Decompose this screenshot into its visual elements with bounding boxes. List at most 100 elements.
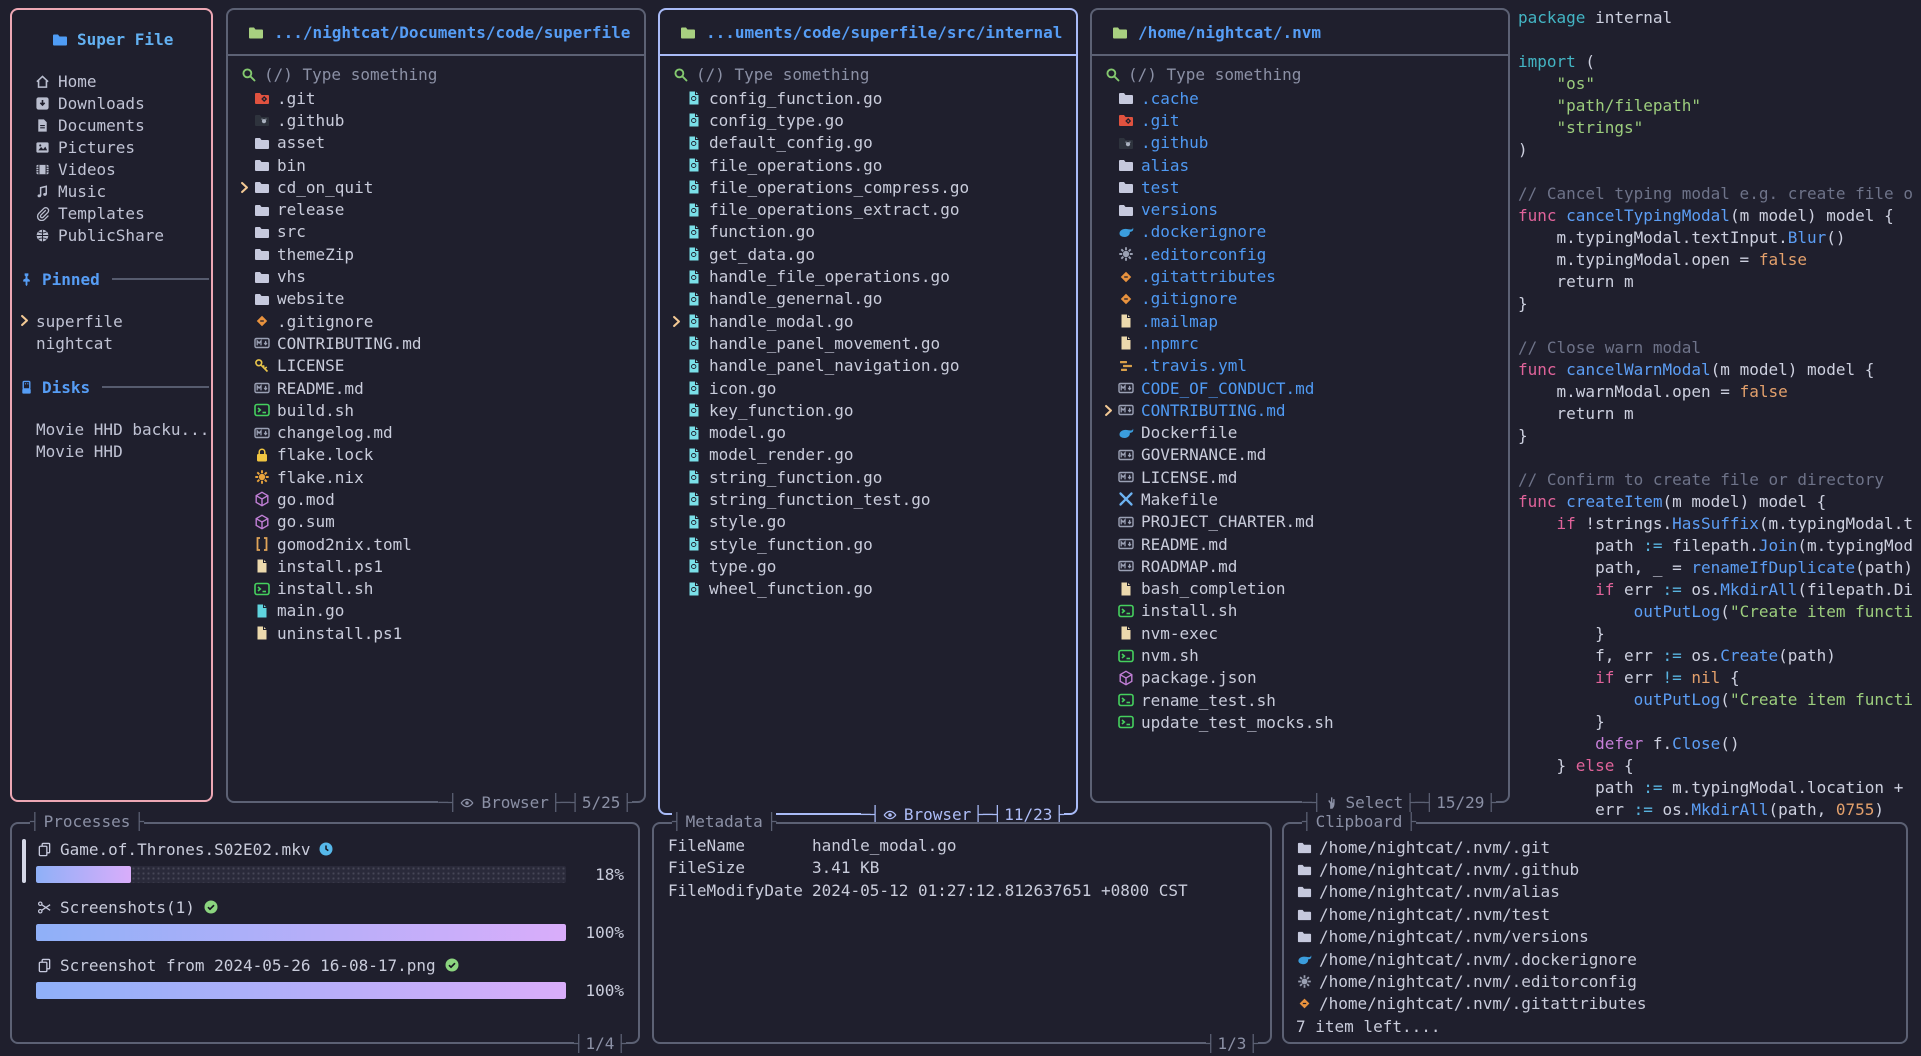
file-row[interactable]: handle_file_operations.go	[666, 265, 1070, 287]
file-row[interactable]: nvm.sh	[1098, 644, 1502, 666]
file-row[interactable]: GOVERNANCE.md	[1098, 444, 1502, 466]
file-row[interactable]: src	[234, 221, 638, 243]
sidebar-item-documents[interactable]: Documents	[12, 114, 211, 136]
file-row[interactable]: LICENSE	[234, 355, 638, 377]
terminal-icon	[254, 402, 270, 418]
file-row[interactable]: wheel_function.go	[666, 578, 1070, 600]
pinned-item-superfile[interactable]: superfile	[12, 310, 211, 332]
file-row[interactable]: install.sh	[234, 578, 638, 600]
file-row[interactable]: flake.lock	[234, 444, 638, 466]
go-icon	[686, 202, 702, 218]
process-item[interactable]: Screenshots(1)100%	[36, 896, 624, 942]
file-row[interactable]: main.go	[234, 600, 638, 622]
process-item[interactable]: Game.of.Thrones.S02E02.mkv18%	[36, 838, 624, 884]
file-row[interactable]: key_function.go	[666, 399, 1070, 421]
file-row[interactable]: style_function.go	[666, 533, 1070, 555]
file-row[interactable]: file_operations.go	[666, 154, 1070, 176]
search-input[interactable]: (/) Type something	[1092, 56, 1508, 85]
file-row[interactable]: release	[234, 198, 638, 220]
search-input[interactable]: (/) Type something	[228, 56, 644, 85]
file-row[interactable]: install.ps1	[234, 555, 638, 577]
file-row[interactable]: icon.go	[666, 377, 1070, 399]
file-row[interactable]: nvm-exec	[1098, 622, 1502, 644]
file-row[interactable]: themeZip	[234, 243, 638, 265]
file-row[interactable]: Makefile	[1098, 488, 1502, 510]
file-row[interactable]: go.mod	[234, 488, 638, 510]
file-row[interactable]: alias	[1098, 154, 1502, 176]
file-row[interactable]: .git	[1098, 109, 1502, 131]
disk-item-movie-hhd-backu-[interactable]: Movie HHD backu...	[12, 418, 211, 440]
file-row[interactable]: default_config.go	[666, 132, 1070, 154]
file-row[interactable]: vhs	[234, 265, 638, 287]
file-row[interactable]: file_operations_extract.go	[666, 198, 1070, 220]
file-row[interactable]: .npmrc	[1098, 332, 1502, 354]
file-row[interactable]: handle_modal.go	[666, 310, 1070, 332]
sidebar-item-downloads[interactable]: Downloads	[12, 92, 211, 114]
file-row[interactable]: .travis.yml	[1098, 355, 1502, 377]
sidebar-item-pictures[interactable]: Pictures	[12, 136, 211, 158]
file-row[interactable]: .dockerignore	[1098, 221, 1502, 243]
file-row[interactable]: go.sum	[234, 511, 638, 533]
file-row[interactable]: cd_on_quit	[234, 176, 638, 198]
file-row[interactable]: .gitattributes	[1098, 265, 1502, 287]
sidebar-item-home[interactable]: Home	[12, 70, 211, 92]
file-row[interactable]: LICENSE.md	[1098, 466, 1502, 488]
file-row[interactable]: config_function.go	[666, 87, 1070, 109]
file-row[interactable]: package.json	[1098, 667, 1502, 689]
go-icon	[686, 447, 702, 463]
file-row[interactable]: CONTRIBUTING.md	[1098, 399, 1502, 421]
file-row[interactable]: .mailmap	[1098, 310, 1502, 332]
file-row[interactable]: update_test_mocks.sh	[1098, 711, 1502, 733]
disk-item-movie-hhd[interactable]: Movie HHD	[12, 440, 211, 462]
file-row[interactable]: bin	[234, 154, 638, 176]
file-row[interactable]: handle_panel_movement.go	[666, 332, 1070, 354]
file-row[interactable]: string_function_test.go	[666, 488, 1070, 510]
file-row[interactable]: .editorconfig	[1098, 243, 1502, 265]
file-row[interactable]: asset	[234, 132, 638, 154]
search-input[interactable]: (/) Type something	[660, 56, 1076, 85]
file-row[interactable]: .git	[234, 87, 638, 109]
file-row[interactable]: function.go	[666, 221, 1070, 243]
file-row[interactable]: gomod2nix.toml	[234, 533, 638, 555]
file-row[interactable]: flake.nix	[234, 466, 638, 488]
file-row[interactable]: .github	[1098, 132, 1502, 154]
sidebar-item-templates[interactable]: Templates	[12, 202, 211, 224]
file-row[interactable]: website	[234, 288, 638, 310]
file-row[interactable]: style.go	[666, 511, 1070, 533]
file-row[interactable]: versions	[1098, 198, 1502, 220]
file-row[interactable]: README.md	[1098, 533, 1502, 555]
file-row[interactable]: rename_test.sh	[1098, 689, 1502, 711]
sidebar-item-videos[interactable]: Videos	[12, 158, 211, 180]
process-item[interactable]: Screenshot from 2024-05-26 16-08-17.png1…	[36, 954, 624, 1000]
file-row[interactable]: string_function.go	[666, 466, 1070, 488]
file-row[interactable]: .gitignore	[1098, 288, 1502, 310]
file-row[interactable]: .github	[234, 109, 638, 131]
file-row[interactable]: file_operations_compress.go	[666, 176, 1070, 198]
file-row[interactable]: .cache	[1098, 87, 1502, 109]
progress-percent: 100%	[576, 981, 624, 1000]
sidebar-item-music[interactable]: Music	[12, 180, 211, 202]
file-row[interactable]: install.sh	[1098, 600, 1502, 622]
file-row[interactable]: handle_panel_navigation.go	[666, 355, 1070, 377]
file-row[interactable]: ROADMAP.md	[1098, 555, 1502, 577]
file-row[interactable]: README.md	[234, 377, 638, 399]
file-row[interactable]: .gitignore	[234, 310, 638, 332]
file-row[interactable]: uninstall.ps1	[234, 622, 638, 644]
file-row[interactable]: test	[1098, 176, 1502, 198]
file-row[interactable]: model.go	[666, 421, 1070, 443]
file-row[interactable]: bash_completion	[1098, 578, 1502, 600]
file-row[interactable]: model_render.go	[666, 444, 1070, 466]
file-row[interactable]: build.sh	[234, 399, 638, 421]
file-row[interactable]: Dockerfile	[1098, 421, 1502, 443]
file-row[interactable]: changelog.md	[234, 421, 638, 443]
file-name: asset	[277, 133, 325, 152]
file-row[interactable]: handle_genernal.go	[666, 288, 1070, 310]
file-row[interactable]: get_data.go	[666, 243, 1070, 265]
sidebar-item-publicshare[interactable]: PublicShare	[12, 224, 211, 246]
file-row[interactable]: CONTRIBUTING.md	[234, 332, 638, 354]
pinned-item-nightcat[interactable]: nightcat	[12, 332, 211, 354]
file-row[interactable]: PROJECT_CHARTER.md	[1098, 511, 1502, 533]
file-row[interactable]: config_type.go	[666, 109, 1070, 131]
file-row[interactable]: CODE_OF_CONDUCT.md	[1098, 377, 1502, 399]
file-row[interactable]: type.go	[666, 555, 1070, 577]
